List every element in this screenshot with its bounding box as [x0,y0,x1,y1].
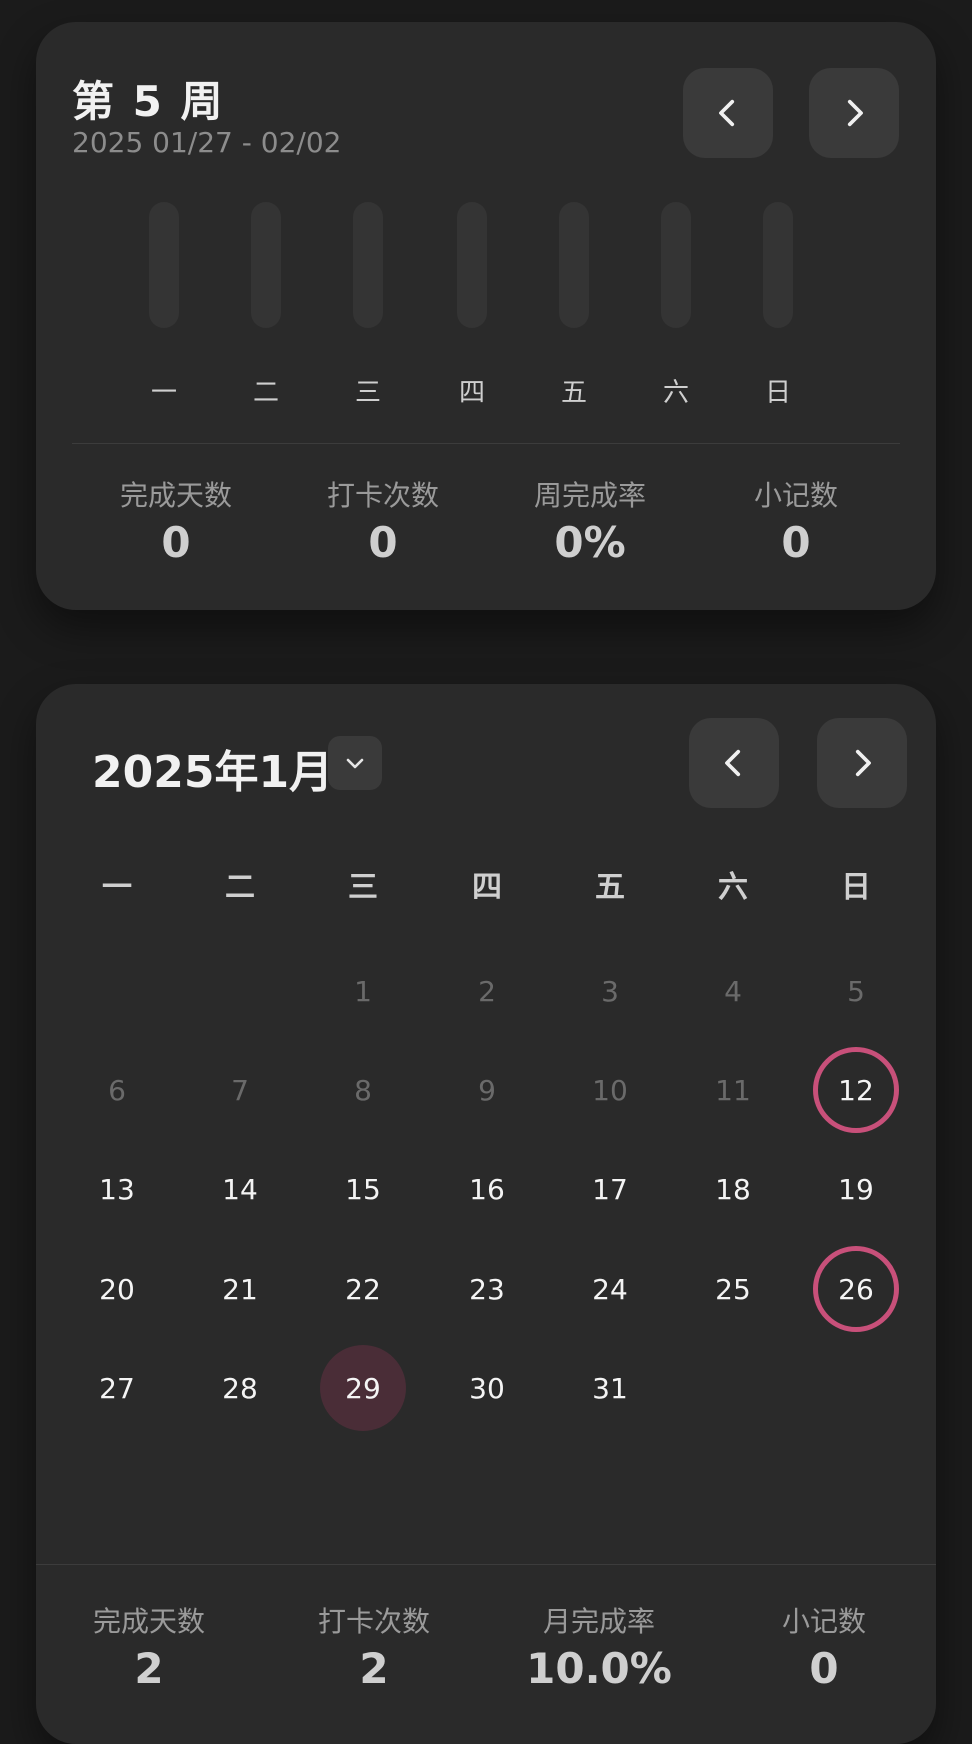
stat-value: 0 [781,518,811,567]
stat-label: 月完成率 [542,1605,655,1638]
stat-label: 周完成率 [533,479,646,512]
stat-value: 2 [359,1644,389,1693]
calendar-day[interactable]: 23 [444,1246,530,1332]
day-progress-bar [149,202,179,328]
week-title: 第 5 周 [72,77,225,126]
calendar-day[interactable]: 31 [567,1345,653,1431]
chevron-left-icon [719,99,735,127]
calendar-day[interactable]: 22 [320,1246,406,1332]
stat-label: 小记数 [753,479,838,512]
weekday-label: 一 [150,378,177,408]
calendar-day[interactable]: 26 [813,1246,899,1332]
stat-item: 打卡次数 0 [283,474,483,567]
calendar-day[interactable]: 4 [690,948,776,1034]
calendar-day[interactable]: 19 [813,1146,899,1232]
calendar-day[interactable]: 17 [567,1146,653,1232]
stat-item: 小记数 0 [696,474,896,567]
day-progress-bar [251,202,281,328]
chevron-right-icon [847,99,863,127]
month-stats: 完成天数 2 打卡次数 2 月完成率 10.0% 小记数 0 [36,1564,936,1744]
calendar-day[interactable]: 15 [320,1146,406,1232]
day-progress-bar [661,202,691,328]
calendar-day[interactable]: 30 [444,1345,530,1431]
calendar-weekday-6: 六 [718,870,748,905]
weekday-label: 三 [354,378,381,408]
calendar-day[interactable]: 8 [320,1047,406,1133]
chevron-down-icon [346,758,364,769]
calendar-weekday-2: 二 [225,870,255,905]
calendar-weekday-5: 五 [595,870,625,905]
calendar-day[interactable]: 20 [74,1246,160,1332]
day-progress-bar [763,202,793,328]
week-prev-button[interactable] [683,68,773,158]
calendar-day[interactable]: 18 [690,1146,776,1232]
stat-value: 0% [554,518,626,567]
stat-value: 0 [809,1644,839,1693]
stat-item: 完成天数 2 [49,1600,249,1693]
calendar-day[interactable]: 13 [74,1146,160,1232]
calendar-day[interactable]: 25 [690,1246,776,1332]
stat-label: 小记数 [781,1605,866,1638]
chevron-right-icon [855,749,871,777]
stat-label: 完成天数 [119,479,232,512]
day-progress-bar [559,202,589,328]
stat-item: 打卡次数 2 [274,1600,474,1693]
calendar-day[interactable]: 14 [197,1146,283,1232]
stat-label: 打卡次数 [326,479,439,512]
stat-label: 打卡次数 [317,1605,430,1638]
stat-item: 完成天数 0 [76,474,276,567]
weekday-label: 四 [458,378,485,408]
weekday-label: 二 [252,378,279,408]
calendar-day[interactable]: 7 [197,1047,283,1133]
calendar-day[interactable]: 12 [813,1047,899,1133]
stat-item: 周完成率 0% [490,474,690,567]
stat-item: 月完成率 10.0% [499,1600,699,1693]
month-picker-button[interactable] [328,736,382,790]
weekday-label: 六 [662,378,689,408]
weekday-label: 日 [764,378,791,408]
month-title[interactable]: 2025年1月 [92,736,333,800]
month-prev-button[interactable] [689,718,779,808]
month-next-button[interactable] [817,718,907,808]
calendar-day[interactable]: 3 [567,948,653,1034]
week-next-button[interactable] [809,68,899,158]
calendar-day[interactable]: 5 [813,948,899,1034]
stat-item: 小记数 0 [724,1600,924,1693]
stat-label: 完成天数 [92,1605,205,1638]
calendar-day[interactable]: 27 [74,1345,160,1431]
week-summary-card: 第 5 周 2025 01/27 - 02/02 一二三四五六日 完成天数 0 打卡… [36,22,936,610]
week-date-range: 2025 01/27 - 02/02 [72,126,342,159]
calendar-weekday-1: 一 [102,870,132,905]
calendar-weekday-3: 三 [348,870,378,905]
calendar-weekday-4: 四 [472,870,502,905]
calendar-day[interactable]: 21 [197,1246,283,1332]
calendar-day[interactable]: 10 [567,1047,653,1133]
calendar-weekday-7: 日 [841,870,871,905]
stat-value: 2 [134,1644,164,1693]
weekday-label: 五 [560,378,587,408]
stat-value: 0 [368,518,398,567]
calendar-day[interactable]: 11 [690,1047,776,1133]
calendar-day[interactable]: 2 [444,948,530,1034]
month-calendar-card: 2025年1月 一二三四五六日 1 2 3 4 5 6 7 8 9 10 11 12 13 14 15 16 1… [36,684,936,1744]
calendar-day[interactable]: 9 [444,1047,530,1133]
calendar-day[interactable]: 28 [197,1345,283,1431]
day-progress-bar [353,202,383,328]
chevron-left-icon [725,749,741,777]
calendar-day[interactable]: 6 [74,1047,160,1133]
calendar-day[interactable]: 16 [444,1146,530,1232]
stat-value: 0 [161,518,191,567]
week-divider [72,443,900,444]
calendar-day[interactable]: 1 [320,948,406,1034]
stat-value: 10.0% [526,1644,672,1693]
day-progress-bar [457,202,487,328]
calendar-day[interactable]: 24 [567,1246,653,1332]
calendar-day[interactable]: 29 [320,1345,406,1431]
